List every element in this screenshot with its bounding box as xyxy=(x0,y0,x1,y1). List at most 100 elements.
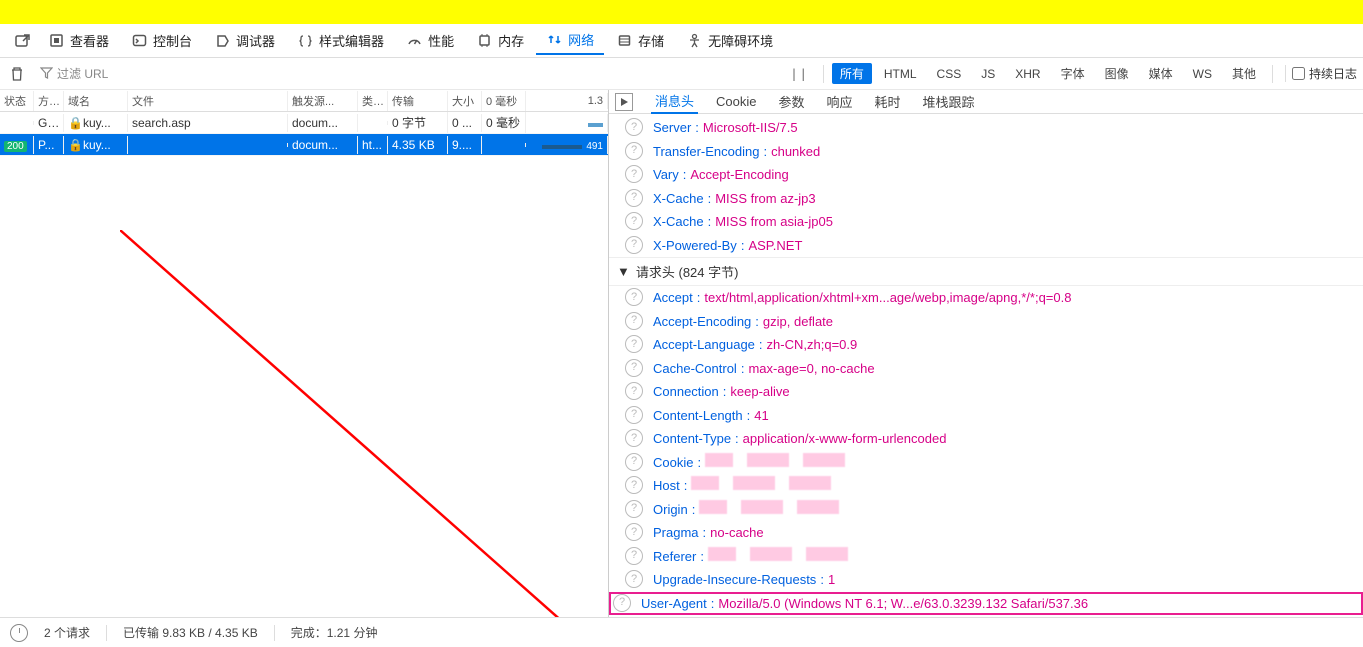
help-icon[interactable]: ? xyxy=(625,359,643,377)
filter-pills: || 所有HTMLCSSJSXHR 字体图像媒体WS其他 持续日志 xyxy=(784,63,1357,84)
header-row: ?Origin: xyxy=(609,498,1363,522)
toolbar-inspector[interactable]: 查看器 xyxy=(38,27,119,54)
toolbar-label: 无障碍环境 xyxy=(708,31,773,50)
toolbar-style-editor[interactable]: 样式编辑器 xyxy=(287,27,394,54)
toolbar-performance[interactable]: 性能 xyxy=(396,27,464,54)
col-transferred[interactable]: 传输 xyxy=(388,91,448,111)
status-requests: 2 个请求 xyxy=(44,624,90,641)
persist-logs[interactable]: 持续日志 xyxy=(1285,65,1357,82)
filter-input[interactable]: 过滤 URL xyxy=(36,63,236,84)
details-pane: 消息头 Cookie 参数响应耗时堆栈跟踪 ?Server: Microsoft-I… xyxy=(609,90,1363,617)
filter-pill-图像[interactable]: 图像 xyxy=(1097,63,1137,84)
header-row: ?Pragma: no-cache xyxy=(609,521,1363,545)
filter-pill-其他[interactable]: 其他 xyxy=(1224,63,1264,84)
details-tab-1[interactable]: Cookie xyxy=(712,92,760,111)
toolbar-accessibility[interactable]: 无障碍环境 xyxy=(676,27,783,54)
requests-pane: 状态 方法 域名 文件 触发源... 类型 传输 大小 0 毫秒 1.3 GET… xyxy=(0,90,609,617)
help-icon[interactable]: ? xyxy=(625,476,643,494)
request-row[interactable]: GET🔒kuy...search.aspdocum...0 字节0 ...0 毫… xyxy=(0,112,608,134)
details-tab-5[interactable]: 堆栈跟踪 xyxy=(919,90,979,113)
header-row: ?Content-Type: application/x-www-form-ur… xyxy=(609,427,1363,451)
headers-panel[interactable]: ?Server: Microsoft-IIS/7.5?Transfer-Enco… xyxy=(609,114,1363,617)
table-body: GET🔒kuy...search.aspdocum...0 字节0 ...0 毫… xyxy=(0,112,608,617)
filter-pill-字体[interactable]: 字体 xyxy=(1053,63,1093,84)
details-tab-2[interactable]: 参数 xyxy=(774,90,808,113)
caret-down-icon: ▼ xyxy=(617,264,630,279)
help-icon[interactable]: ? xyxy=(625,165,643,183)
col-timeline[interactable]: 1.3 xyxy=(526,93,608,109)
col-status[interactable]: 状态 xyxy=(0,91,34,111)
filter-pill-ws[interactable]: WS xyxy=(1185,65,1220,83)
help-icon[interactable]: ? xyxy=(613,594,631,612)
help-icon[interactable]: ? xyxy=(625,406,643,424)
toolbar-label: 调试器 xyxy=(236,31,275,50)
filter-pill-xhr[interactable]: XHR xyxy=(1007,65,1048,83)
help-icon[interactable]: ? xyxy=(625,453,643,471)
help-icon[interactable]: ? xyxy=(625,312,643,330)
help-icon[interactable]: ? xyxy=(625,547,643,565)
help-icon[interactable]: ? xyxy=(625,142,643,160)
header-row: ?Accept-Encoding: gzip, deflate xyxy=(609,310,1363,334)
separator xyxy=(274,625,275,641)
toolbar-memory[interactable]: 内存 xyxy=(466,27,534,54)
col-method[interactable]: 方法 xyxy=(34,91,64,111)
details-tab-0[interactable]: 消息头 xyxy=(651,90,698,114)
col-size[interactable]: 大小 xyxy=(448,91,482,111)
header-row: ?X-Cache: MISS from az-jp3 xyxy=(609,187,1363,211)
request-row[interactable]: 200P...🔒kuy...docum...ht...4.35 KB9....4… xyxy=(0,134,608,156)
help-icon[interactable]: ? xyxy=(625,212,643,230)
resend-button[interactable] xyxy=(615,93,633,111)
filter-pill-媒体[interactable]: 媒体 xyxy=(1141,63,1181,84)
help-icon[interactable]: ? xyxy=(625,189,643,207)
header-row: ?Connection: keep-alive xyxy=(609,380,1363,404)
filter-pill-css[interactable]: CSS xyxy=(929,65,970,83)
person-icon xyxy=(686,33,702,49)
header-row: ?X-Cache: MISS from asia-jp05 xyxy=(609,210,1363,234)
highlight-bar xyxy=(0,0,1363,24)
header-row: ?Cache-Control: max-age=0, no-cache xyxy=(609,357,1363,381)
help-icon[interactable]: ? xyxy=(625,429,643,447)
col-type[interactable]: 类型 xyxy=(358,91,388,111)
status-transferred: 已传输 9.83 KB / 4.35 KB xyxy=(123,624,258,641)
header-row: ?Host: xyxy=(609,474,1363,498)
funnel-icon xyxy=(40,66,53,82)
header-row: ?Accept-Language: zh-CN,zh;q=0.9 xyxy=(609,333,1363,357)
col-file[interactable]: 文件 xyxy=(128,91,288,111)
col-cause[interactable]: 触发源... xyxy=(288,91,358,111)
separator xyxy=(1272,65,1273,83)
filter-pill-js[interactable]: JS xyxy=(973,65,1003,83)
toolbar-label: 性能 xyxy=(428,31,454,50)
toolbar-console[interactable]: 控制台 xyxy=(121,27,202,54)
details-tab-4[interactable]: 耗时 xyxy=(871,90,905,113)
box-icon xyxy=(48,33,64,49)
help-icon[interactable]: ? xyxy=(625,500,643,518)
filter-pill-所有[interactable]: 所有 xyxy=(832,63,872,84)
network-icon xyxy=(546,32,562,48)
toolbar-popout[interactable] xyxy=(8,29,36,53)
help-icon[interactable]: ? xyxy=(625,335,643,353)
help-icon[interactable]: ? xyxy=(625,570,643,588)
help-icon[interactable]: ? xyxy=(625,236,643,254)
help-icon[interactable]: ? xyxy=(625,288,643,306)
details-tab-3[interactable]: 响应 xyxy=(823,90,857,113)
help-icon[interactable]: ? xyxy=(625,118,643,136)
toolbar-network[interactable]: 网络 xyxy=(536,26,604,55)
pause-icon[interactable]: || xyxy=(784,67,814,81)
chip-icon xyxy=(476,33,492,49)
header-row: ?Accept: text/html,application/xhtml+xm.… xyxy=(609,286,1363,310)
toolbar-debugger[interactable]: 调试器 xyxy=(204,27,285,54)
col-ms[interactable]: 0 毫秒 xyxy=(482,91,526,111)
toolbar-storage[interactable]: 存储 xyxy=(606,27,674,54)
request-headers-section[interactable]: ▼请求头 (824 字节) xyxy=(609,257,1363,286)
header-row: ?Transfer-Encoding: chunked xyxy=(609,140,1363,164)
filter-pill-html[interactable]: HTML xyxy=(876,65,925,83)
persist-checkbox[interactable] xyxy=(1292,67,1305,80)
gauge-icon xyxy=(406,33,422,49)
clock-icon[interactable] xyxy=(10,624,28,642)
col-domain[interactable]: 域名 xyxy=(64,91,128,111)
toolbar-label: 内存 xyxy=(498,31,524,50)
help-icon[interactable]: ? xyxy=(625,523,643,541)
help-icon[interactable]: ? xyxy=(625,382,643,400)
clear-button[interactable] xyxy=(6,63,28,85)
table-header: 状态 方法 域名 文件 触发源... 类型 传输 大小 0 毫秒 1.3 xyxy=(0,90,608,112)
